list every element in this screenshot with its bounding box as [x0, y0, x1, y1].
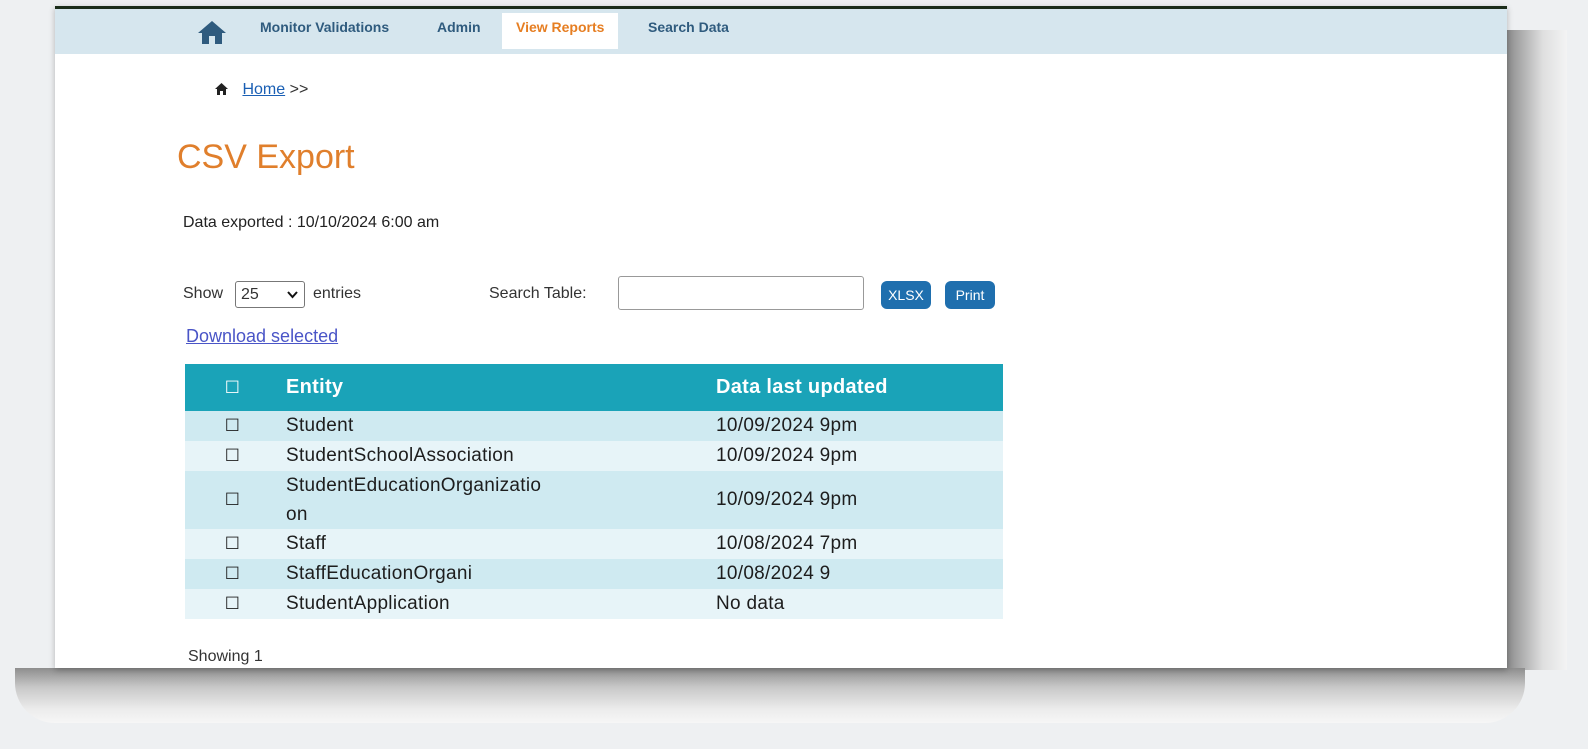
column-header-entity[interactable]: Entity	[280, 364, 710, 411]
row-checkbox[interactable]: ☐	[185, 559, 280, 589]
entries-value: 25	[241, 286, 259, 303]
table-row[interactable]: ☐ Student 10/09/2024 9pm	[185, 411, 1003, 441]
table-row[interactable]: ☐ StaffEducationOrgani 10/08/2024 9	[185, 559, 1003, 589]
nav-admin[interactable]: Admin	[437, 19, 481, 35]
updated-cell: 10/08/2024 9	[710, 559, 1003, 589]
window-shadow-bottom	[15, 668, 1525, 723]
row-checkbox[interactable]: ☐	[185, 441, 280, 471]
nav-view-reports[interactable]: View Reports	[502, 13, 619, 49]
updated-cell: No data	[710, 589, 1003, 619]
select-all-checkbox[interactable]: ☐	[185, 364, 280, 411]
page-title: CSV Export	[177, 138, 355, 176]
entity-cell: Student	[280, 411, 710, 441]
entity-cell: StudentSchoolAssociation	[280, 441, 710, 471]
breadcrumb-home-link[interactable]: Home	[242, 81, 285, 98]
table-controls: Show 25 entries Search Table: XLSX Print	[183, 276, 1083, 312]
print-button[interactable]: Print	[945, 281, 995, 309]
house-icon	[215, 82, 228, 100]
show-label: Show	[183, 285, 224, 302]
breadcrumb: Home >>	[215, 81, 308, 100]
top-navbar: Monitor Validations Admin View Reports S…	[55, 6, 1507, 54]
table-info: Showing 1	[188, 648, 263, 665]
updated-cell: 10/09/2024 9pm	[710, 471, 1003, 529]
window-shadow-right	[1507, 30, 1567, 670]
entries-label: entries	[313, 285, 362, 302]
row-checkbox[interactable]: ☐	[185, 471, 280, 529]
breadcrumb-separator: >>	[289, 81, 309, 98]
nav-monitor-validations[interactable]: Monitor Validations	[260, 19, 389, 35]
row-checkbox[interactable]: ☐	[185, 411, 280, 441]
export-timestamp: Data exported : 10/10/2024 6:00 am	[183, 214, 440, 231]
entries-select[interactable]: 25	[235, 281, 305, 308]
export-table: ☐ Entity Data last updated ☐ Student 10/…	[185, 364, 1003, 619]
download-selected-link[interactable]: Download selected	[186, 326, 338, 347]
entity-cell: StudentApplication	[280, 589, 710, 619]
updated-cell: 10/09/2024 9pm	[710, 441, 1003, 471]
table-row[interactable]: ☐ StudentEducationOrganizatio on 10/09/2…	[185, 471, 1003, 529]
entity-cell: Staff	[280, 529, 710, 559]
updated-cell: 10/08/2024 7pm	[710, 529, 1003, 559]
home-icon[interactable]	[197, 19, 227, 45]
table-row[interactable]: ☐ StudentSchoolAssociation 10/09/2024 9p…	[185, 441, 1003, 471]
nav-search-data[interactable]: Search Data	[648, 19, 729, 35]
chevron-down-icon	[287, 282, 298, 316]
entity-cell: StudentEducationOrganizatio on	[280, 471, 710, 529]
table-row[interactable]: ☐ StudentApplication No data	[185, 589, 1003, 619]
xlsx-button[interactable]: XLSX	[881, 281, 931, 309]
column-header-data-last-updated[interactable]: Data last updated	[710, 364, 1003, 411]
row-checkbox[interactable]: ☐	[185, 589, 280, 619]
app-window: Monitor Validations Admin View Reports S…	[55, 6, 1507, 668]
search-input[interactable]	[618, 276, 864, 310]
entity-cell: StaffEducationOrgani	[280, 559, 710, 589]
updated-cell: 10/09/2024 9pm	[710, 411, 1003, 441]
table-header-row: ☐ Entity Data last updated	[185, 364, 1003, 411]
search-label: Search Table:	[489, 285, 587, 302]
table-row[interactable]: ☐ Staff 10/08/2024 7pm	[185, 529, 1003, 559]
row-checkbox[interactable]: ☐	[185, 529, 280, 559]
